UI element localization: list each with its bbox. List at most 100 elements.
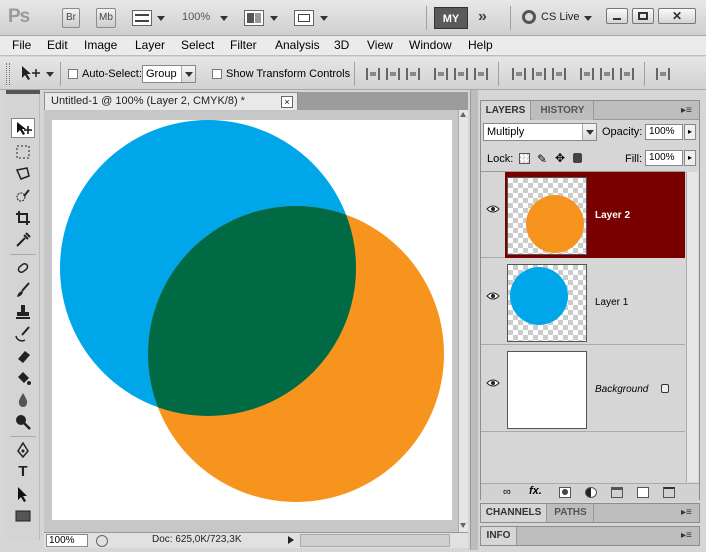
- align-vertical-centers-icon[interactable]: [386, 68, 400, 80]
- maximize-button[interactable]: [632, 8, 654, 24]
- chevron-down-icon[interactable]: [46, 72, 54, 77]
- align-right-edges-icon[interactable]: [474, 68, 488, 80]
- panel-dock-strip[interactable]: [470, 90, 478, 550]
- new-layer-icon[interactable]: [637, 487, 649, 498]
- opacity-field[interactable]: 100%: [645, 124, 683, 140]
- eye-icon[interactable]: [486, 378, 500, 388]
- more-workspaces-icon[interactable]: »: [478, 8, 487, 26]
- layer-name[interactable]: Layer 2: [595, 210, 630, 221]
- tab-channels[interactable]: CHANNELS: [481, 504, 547, 522]
- menu-view[interactable]: View: [367, 38, 393, 52]
- layer-row-layer-1[interactable]: Layer 1: [481, 259, 685, 345]
- align-top-edges-icon[interactable]: [366, 68, 380, 80]
- link-layers-icon[interactable]: ∞: [503, 486, 511, 498]
- layers-scrollbar[interactable]: [686, 172, 698, 482]
- tab-info[interactable]: INFO: [481, 527, 517, 545]
- chevron-down-icon[interactable]: [157, 16, 165, 21]
- lasso-tool-icon[interactable]: [11, 164, 35, 184]
- clone-stamp-tool-icon[interactable]: [11, 302, 35, 322]
- type-tool-icon[interactable]: T: [11, 462, 35, 482]
- menu-image[interactable]: Image: [84, 38, 117, 52]
- close-document-icon[interactable]: ×: [281, 96, 293, 108]
- screen-mode-button[interactable]: [294, 10, 314, 26]
- healing-brush-tool-icon[interactable]: [11, 258, 35, 278]
- auto-select-dropdown[interactable]: Group: [142, 65, 196, 83]
- panel-menu-icon[interactable]: ▸≡: [681, 105, 692, 116]
- chevron-down-icon[interactable]: [270, 16, 278, 21]
- status-info-icon[interactable]: [96, 535, 108, 547]
- move-tool-icon[interactable]: [11, 118, 35, 138]
- distribute-right-icon[interactable]: [620, 68, 634, 80]
- panel-menu-icon[interactable]: ▸≡: [681, 530, 692, 541]
- chevron-down-icon[interactable]: [220, 16, 228, 21]
- distribute-horizontal-centers-icon[interactable]: [600, 68, 614, 80]
- panel-menu-icon[interactable]: ▸≡: [681, 507, 692, 518]
- lock-pixels-icon[interactable]: ✎: [537, 152, 547, 166]
- layer-style-icon[interactable]: fx.: [529, 485, 542, 497]
- scroll-up-icon[interactable]: [460, 112, 466, 117]
- align-bottom-edges-icon[interactable]: [406, 68, 420, 80]
- menu-window[interactable]: Window: [409, 38, 452, 52]
- fill-slider-arrow-icon[interactable]: ▸: [684, 150, 696, 166]
- layer-row-background[interactable]: Background: [481, 346, 685, 432]
- eraser-tool-icon[interactable]: [11, 346, 35, 366]
- align-left-edges-icon[interactable]: [434, 68, 448, 80]
- auto-select-checkbox[interactable]: [68, 69, 78, 79]
- tab-history[interactable]: HISTORY: [532, 101, 594, 120]
- status-menu-arrow-icon[interactable]: [288, 536, 294, 544]
- cs-live-menu[interactable]: CS Live: [541, 11, 580, 23]
- zoom-level[interactable]: 100%: [182, 11, 210, 23]
- menu-analysis[interactable]: Analysis: [275, 38, 320, 52]
- close-window-button[interactable]: ✕: [658, 8, 696, 24]
- auto-align-layers-icon[interactable]: [656, 68, 670, 80]
- lock-transparency-icon[interactable]: [519, 153, 530, 164]
- delete-layer-icon[interactable]: [663, 487, 675, 498]
- bridge-button[interactable]: Br: [62, 8, 80, 28]
- mini-bridge-button[interactable]: Mb: [96, 8, 116, 28]
- canvas[interactable]: [52, 120, 452, 520]
- dodge-tool-icon[interactable]: [11, 412, 35, 432]
- tab-layers[interactable]: LAYERS: [481, 101, 531, 120]
- blend-mode-dropdown[interactable]: Multiply: [483, 123, 597, 141]
- workspace-button[interactable]: MY: [434, 7, 468, 29]
- paint-bucket-tool-icon[interactable]: [11, 368, 35, 388]
- chevron-down-icon[interactable]: [320, 16, 328, 21]
- new-group-icon[interactable]: [611, 487, 623, 498]
- move-tool-preset-icon[interactable]: [20, 64, 42, 82]
- show-transform-checkbox[interactable]: [212, 69, 222, 79]
- lock-all-icon[interactable]: [573, 153, 582, 163]
- menu-layer[interactable]: Layer: [135, 38, 165, 52]
- distribute-bottom-icon[interactable]: [552, 68, 566, 80]
- eyedropper-tool-icon[interactable]: [11, 230, 35, 250]
- fill-field[interactable]: 100%: [645, 150, 683, 166]
- layer-name[interactable]: Layer 1: [595, 297, 628, 308]
- document-tab[interactable]: Untitled-1 @ 100% (Layer 2, CMYK/8) * ×: [44, 92, 298, 110]
- history-brush-tool-icon[interactable]: [11, 324, 35, 344]
- opacity-slider-arrow-icon[interactable]: ▸: [684, 124, 696, 140]
- menu-filter[interactable]: Filter: [230, 38, 257, 52]
- brush-tool-icon[interactable]: [11, 280, 35, 300]
- menu-help[interactable]: Help: [468, 38, 493, 52]
- distribute-vertical-centers-icon[interactable]: [532, 68, 546, 80]
- vertical-scrollbar[interactable]: [458, 110, 468, 532]
- minimize-button[interactable]: [606, 8, 628, 24]
- pen-tool-icon[interactable]: [11, 440, 35, 460]
- adjustment-layer-icon[interactable]: [585, 487, 597, 498]
- crop-tool-icon[interactable]: [11, 208, 35, 228]
- align-horizontal-centers-icon[interactable]: [454, 68, 468, 80]
- chevron-down-icon[interactable]: [584, 16, 592, 21]
- distribute-left-icon[interactable]: [580, 68, 594, 80]
- path-selection-tool-icon[interactable]: [11, 484, 35, 504]
- menu-select[interactable]: Select: [181, 38, 214, 52]
- lock-position-icon[interactable]: ✥: [555, 151, 565, 165]
- menu-3d[interactable]: 3D: [334, 38, 349, 52]
- layer-name[interactable]: Background: [595, 384, 648, 395]
- zoom-field[interactable]: 100%: [46, 534, 88, 547]
- options-grip[interactable]: [6, 63, 10, 85]
- layer-row-layer-2[interactable]: Layer 2: [481, 172, 685, 258]
- horizontal-scrollbar[interactable]: [300, 534, 450, 547]
- quick-selection-tool-icon[interactable]: [11, 186, 35, 206]
- canvas-area[interactable]: [44, 110, 458, 532]
- layer-mask-icon[interactable]: [559, 487, 571, 498]
- marquee-tool-icon[interactable]: [11, 142, 35, 162]
